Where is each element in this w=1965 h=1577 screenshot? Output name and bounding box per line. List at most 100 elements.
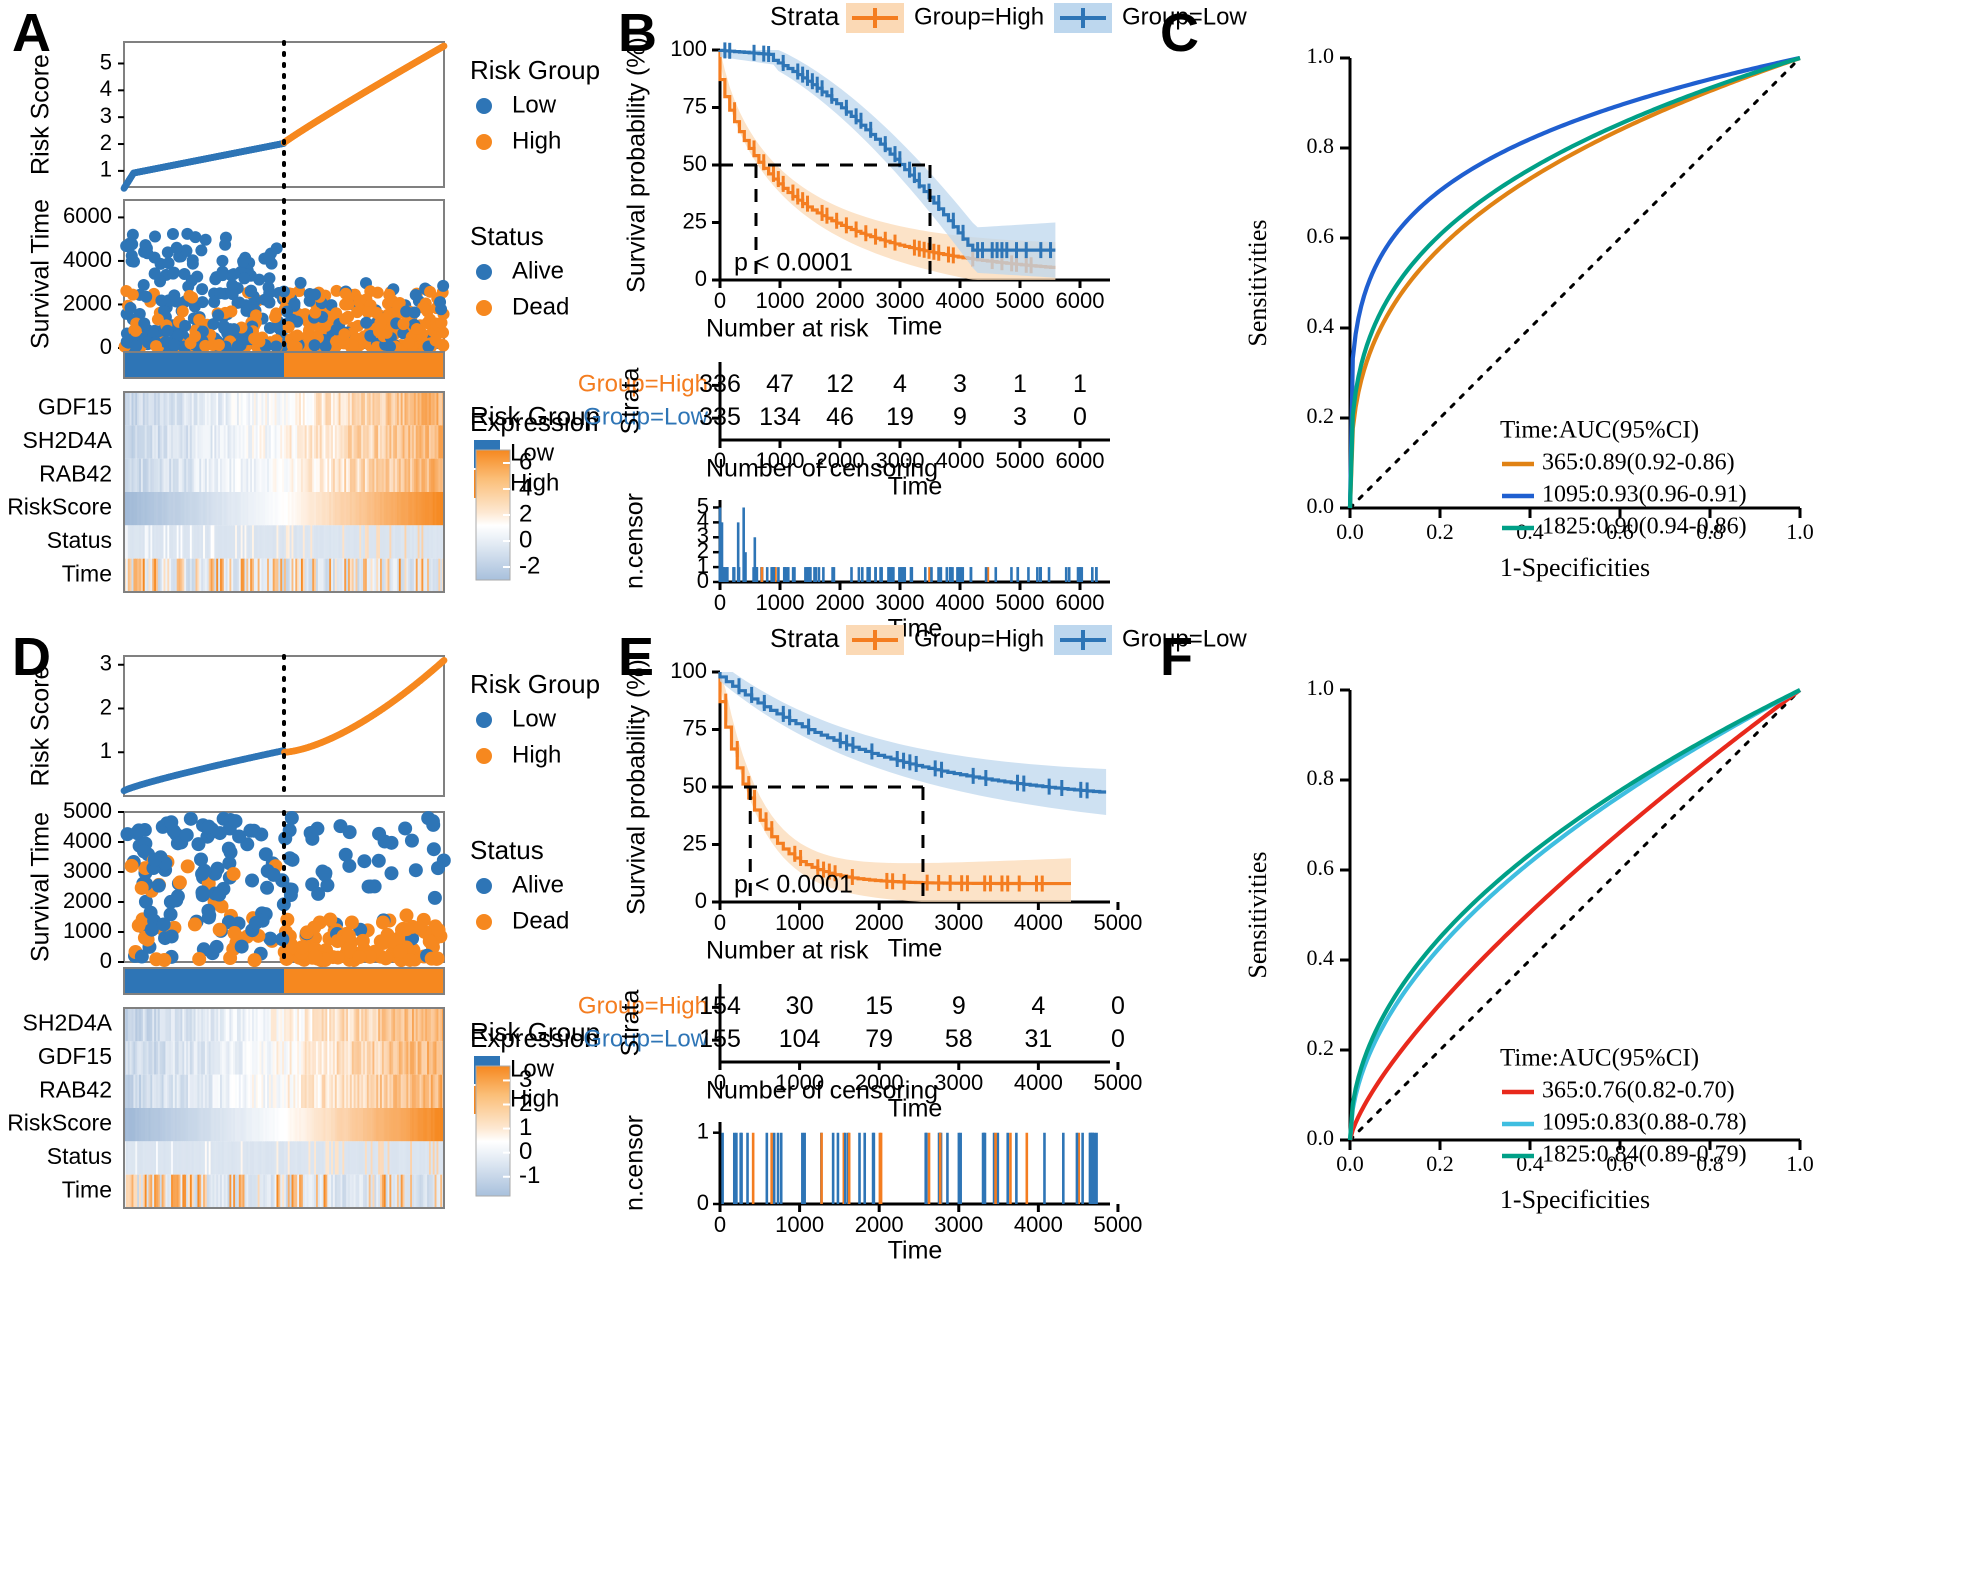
survival-time-point <box>186 257 199 270</box>
panel-e: E Strata Group=High Group=Low 0 25 50 75 100 0 10… <box>578 620 1247 1265</box>
censor-ytick-label: 1 <box>697 1119 709 1144</box>
km-legend-label: Group=High <box>914 625 1044 652</box>
expression-legend-tick-label: 0 <box>519 1138 532 1165</box>
roc-ytick-label: 0.0 <box>1307 493 1335 518</box>
survival-time-point <box>194 852 209 867</box>
roc-x-axis-title: 1-Specificities <box>1500 553 1650 582</box>
risk-score-ytick-label: 1 <box>100 738 112 763</box>
roc-ytick-label: 1.0 <box>1307 675 1335 700</box>
survival-time-axis-title: Survival Time <box>27 199 55 349</box>
panel-d: D 1 2 3 Risk Score Risk Group Low High 0 1000 200… <box>0 620 640 1260</box>
roc-diagonal-reference <box>1348 688 1802 1142</box>
roc-x-axis-title: 1-Specificities <box>1500 1185 1650 1214</box>
risk-group-legend-top-swatch <box>476 134 492 150</box>
survival-time-point <box>212 309 225 322</box>
panel-a-label: A <box>12 3 51 63</box>
survival-time-point <box>195 885 210 900</box>
risk-table-xtick-label: 4000 <box>936 448 985 473</box>
risk-table-cell: 30 <box>786 992 814 1020</box>
survival-time-point <box>124 858 139 873</box>
survival-time-point <box>308 339 321 352</box>
survival-time-point <box>209 939 224 954</box>
survival-time-point <box>212 887 227 902</box>
survival-time-point <box>148 251 161 264</box>
survival-time-point <box>250 309 263 322</box>
roc-ytick-label: 0.8 <box>1307 133 1335 158</box>
survival-time-point <box>126 288 139 301</box>
expression-legend-tick-label: 2 <box>519 500 532 527</box>
status-legend-swatch <box>476 300 492 316</box>
risk-group-bar <box>123 351 445 379</box>
censor-ytick-label: 0 <box>697 1190 709 1215</box>
censor-ytick-label: 5 <box>697 493 709 518</box>
km-xtick-label: 2000 <box>855 910 904 935</box>
survival-time-point <box>170 295 183 308</box>
survival-time-point <box>244 285 257 298</box>
heatmap-row-label: Status <box>47 1143 112 1169</box>
risk-table-cell: 79 <box>865 1025 893 1053</box>
survival-time-point <box>124 302 137 315</box>
risk-score-ytick-label: 2 <box>100 130 112 155</box>
survival-time-point <box>263 931 278 946</box>
survival-time-point <box>308 288 321 301</box>
survival-time-point <box>397 318 410 331</box>
survival-time-plot: 0 1000 2000 3000 4000 5000 Survival Time <box>27 798 451 973</box>
roc-legend-label: 1095:0.93(0.96-0.91) <box>1542 482 1747 508</box>
survival-time-point <box>179 319 192 332</box>
survival-time-point <box>164 929 179 944</box>
risk-table-cell: 47 <box>766 370 794 398</box>
risk-table-cell: 31 <box>1024 1025 1052 1053</box>
risk-score-point <box>440 42 448 50</box>
survival-time-point <box>217 319 230 332</box>
survival-time-point <box>192 952 207 967</box>
survival-time-point <box>360 316 373 329</box>
risk-table-xtick-label: 3000 <box>934 1070 983 1095</box>
censor-xtick-label: 1000 <box>756 590 805 615</box>
roc-legend-title: Time:AUC(95%CI) <box>1500 417 1699 444</box>
survival-time-ytick-label: 2000 <box>63 888 112 913</box>
status-legend: Status Alive Dead <box>470 221 569 320</box>
expression-legend-title: Expression <box>470 1023 599 1053</box>
survival-time-ytick-label: 3000 <box>63 858 112 883</box>
survival-time-point <box>227 926 242 941</box>
status-legend-item-label: Alive <box>512 257 564 284</box>
risk-table-y-title: Strata <box>617 990 645 1057</box>
roc-legend: Time:AUC(95%CI) 365:0.76(0.82-0.70) 1095:0… <box>1500 1045 1747 1168</box>
status-legend-item-label: Dead <box>512 907 569 934</box>
survival-time-point <box>312 915 327 930</box>
panel-e-label: E <box>618 627 655 687</box>
risk-table-cell: 0 <box>1111 1025 1125 1053</box>
km-xtick-label: 0 <box>714 910 726 935</box>
heatmap-row-label: RiskScore <box>7 1110 112 1136</box>
survival-time-point <box>434 296 447 309</box>
survival-time-point <box>247 953 262 968</box>
roc-legend-title: Time:AUC(95%CI) <box>1500 1045 1699 1072</box>
km-ytick-label: 75 <box>683 93 707 118</box>
roc-legend-label: 365:0.89(0.92-0.86) <box>1542 450 1735 476</box>
expression-heatmap: GDF15 SH2D4A RAB42 RiskScore Status Time <box>7 391 445 593</box>
km-plot: 02550751000 1000 2000 3000 4000 5000 6000Survi… <box>623 36 1110 341</box>
survival-time-point <box>294 940 309 955</box>
survival-time-point <box>311 886 326 901</box>
risk-table-cell: 1 <box>1073 370 1087 398</box>
survival-time-point <box>238 272 251 285</box>
risk-group-legend-top: Risk Group Low High <box>470 55 600 154</box>
censor-xtick-label: 6000 <box>1056 590 1105 615</box>
survival-time-point <box>338 847 353 862</box>
survival-time-point <box>410 323 423 336</box>
survival-time-point <box>130 340 143 353</box>
panel-f-figure: 0.00.20.40.60.81.00.0 0.2 0.4 0.6 0.8 1.0Sens… <box>1243 675 1814 1214</box>
roc-y-axis-title: Sensitivities <box>1243 219 1272 346</box>
survival-time-point <box>201 819 216 834</box>
km-strata-title: Strata <box>770 1 840 31</box>
expression-legend-title: Expression <box>470 407 599 437</box>
survival-time-point <box>231 340 244 353</box>
km-pvalue-label: p < 0.0001 <box>734 249 853 277</box>
expression-legend-tick-label: 4 <box>519 474 532 501</box>
survival-time-point <box>184 337 197 350</box>
survival-time-point <box>155 294 168 307</box>
risk-table-cell: 335 <box>699 403 741 431</box>
km-ytick-label: 25 <box>683 208 707 233</box>
survival-time-point <box>330 950 345 965</box>
roc-ytick-label: 0.0 <box>1307 1125 1335 1150</box>
